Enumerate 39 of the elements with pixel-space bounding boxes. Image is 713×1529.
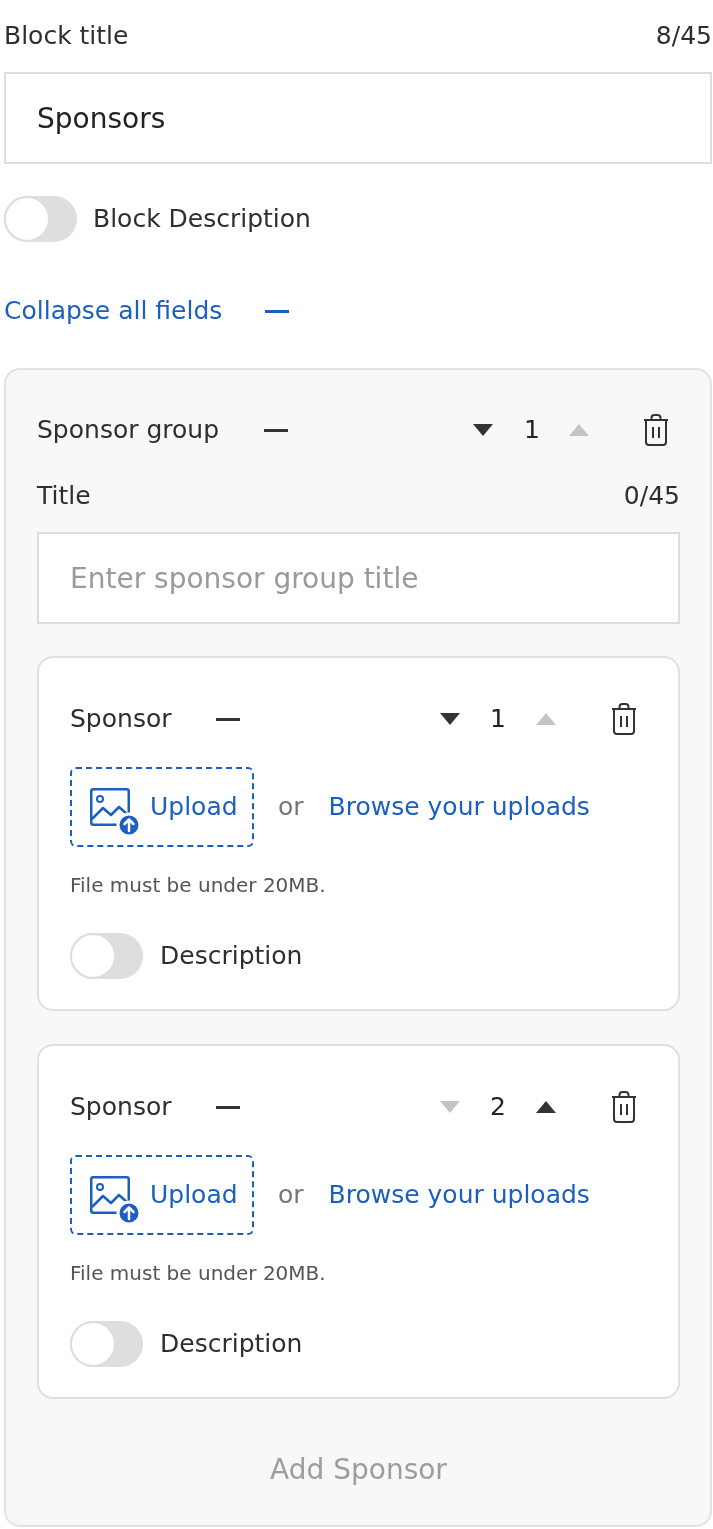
image-upload-icon [90,1176,142,1226]
toggle-switch[interactable] [70,1321,143,1367]
minus-icon[interactable] [216,717,241,721]
toggle-label: Description [160,940,303,972]
upload-button[interactable]: Upload [70,1155,254,1235]
character-counter: 0/45 [623,480,680,512]
trash-icon[interactable] [611,1091,637,1123]
hint-text: File must be under 20MB. [70,873,327,897]
toggle-label: Description [160,1328,303,1360]
caret-down-icon[interactable] [473,424,493,436]
collapse-all-link[interactable]: Collapse all fields [4,295,223,327]
toggle-switch[interactable] [70,933,143,979]
minus-icon[interactable] [264,428,289,432]
minus-icon[interactable] [265,309,290,313]
field-label: Title [37,480,91,512]
field-label: Block title [4,20,129,52]
section-title: Sponsor [70,1091,172,1123]
position-number: 1 [523,414,541,446]
toggle-label: Block Description [93,203,311,235]
trash-icon[interactable] [643,414,669,446]
section-title: Sponsor group [37,414,220,446]
hint-text: File must be under 20MB. [70,1261,327,1285]
caret-up-icon[interactable] [536,1101,556,1113]
character-counter: 8/45 [655,20,712,52]
browse-uploads-link[interactable]: Browse your uploads [328,791,590,823]
upload-button[interactable]: Upload [70,767,254,847]
separator-text: or [278,1179,304,1211]
section-title: Sponsor [70,703,172,735]
text-input[interactable]: Sponsors [4,72,712,164]
trash-icon[interactable] [611,703,637,735]
separator-text: or [278,791,304,823]
image-upload-icon [90,788,142,838]
caret-down-icon[interactable] [440,713,460,725]
minus-icon[interactable] [216,1105,241,1109]
text-input[interactable]: Enter sponsor group title [37,532,680,624]
browse-uploads-link[interactable]: Browse your uploads [328,1179,590,1211]
position-number: 2 [489,1091,507,1123]
toggle-switch[interactable] [4,196,77,242]
position-number: 1 [489,703,507,735]
